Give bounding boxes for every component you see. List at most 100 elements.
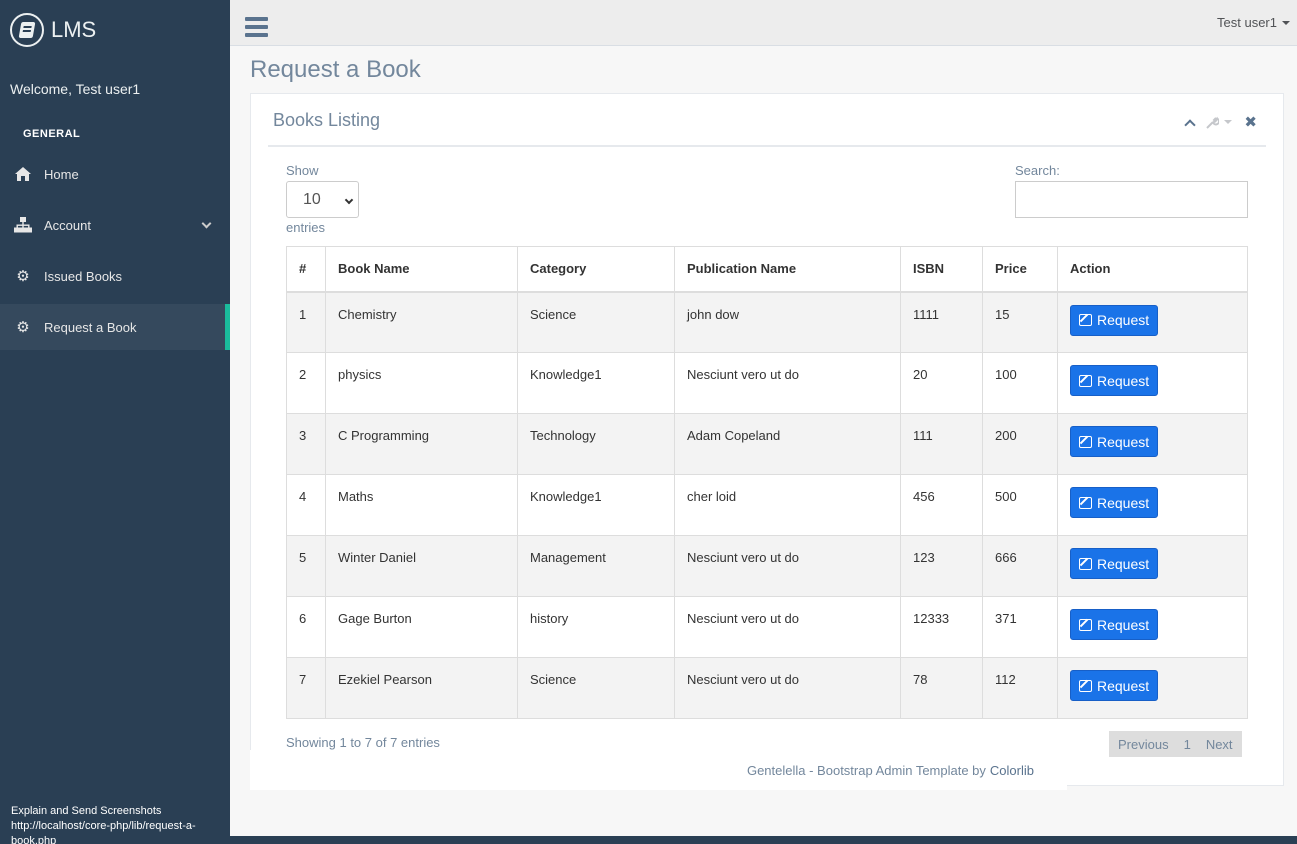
table-cell: C Programming <box>325 413 518 475</box>
table-cell: 12333 <box>900 596 983 658</box>
footer-text: Gentelella - Bootstrap Admin Template by <box>746 762 986 778</box>
table-cell: Science <box>517 291 675 353</box>
table-cell: 7 <box>286 657 326 719</box>
table-cell: 200 <box>982 413 1058 475</box>
sitemap-icon <box>14 217 32 233</box>
next-page-button[interactable]: Next <box>1197 731 1242 757</box>
table-cell: cher loid <box>674 474 901 536</box>
column-header[interactable]: ISBN <box>900 246 983 293</box>
request-button[interactable]: Request <box>1070 426 1159 457</box>
welcome-text: Welcome, Test user1 <box>10 81 141 97</box>
sidebar-item-account[interactable]: Account <box>0 202 230 248</box>
page-1-button[interactable]: 1 <box>1178 731 1197 757</box>
column-header[interactable]: Book Name <box>325 246 518 293</box>
home-icon <box>14 166 32 182</box>
table-cell: 1111 <box>900 291 983 353</box>
table-cell: 500 <box>982 474 1058 536</box>
table-cell: 100 <box>982 352 1058 414</box>
table-cell: 123 <box>900 535 983 597</box>
caret-down-icon <box>1282 20 1290 25</box>
table-cell: 371 <box>982 596 1058 658</box>
wrench-icon[interactable] <box>1206 116 1233 129</box>
table-cell: history <box>517 596 675 658</box>
sidebar-item-home[interactable]: Home <box>0 151 230 197</box>
table-row: 7 Ezekiel Pearson Science Nesciunt vero ut … <box>286 657 1248 719</box>
column-header[interactable]: Price <box>982 246 1058 293</box>
books-panel: Books Listing ✖ Show 10 entries Search: … <box>250 93 1284 786</box>
table-cell: Knowledge1 <box>517 352 675 414</box>
table-cell: Nesciunt vero ut do <box>674 596 901 658</box>
brand[interactable]: LMS <box>10 12 96 48</box>
collapse-icon[interactable] <box>1184 118 1197 131</box>
table-row: 6 Gage Burton history Nesciunt vero ut do 12… <box>286 596 1248 658</box>
search-input[interactable] <box>1015 181 1248 218</box>
search-label: Search: <box>1015 163 1060 178</box>
books-table: # Book Name Category Publication Name IS… <box>286 246 1248 719</box>
main-content: Request a Book Books Listing ✖ Show 10 e… <box>230 46 1297 836</box>
action-cell: Request <box>1057 535 1248 597</box>
table-cell: 2 <box>286 352 326 414</box>
column-header[interactable]: Category <box>517 246 675 293</box>
action-cell: Request <box>1057 657 1248 719</box>
previous-page-button[interactable]: Previous <box>1109 731 1178 757</box>
table-cell: Chemistry <box>325 291 518 353</box>
table-cell: 78 <box>900 657 983 719</box>
edit-icon <box>1079 679 1092 692</box>
table-cell: 15 <box>982 291 1058 353</box>
page-length-select[interactable]: 10 <box>286 181 359 218</box>
panel-title: Books Listing <box>273 110 381 130</box>
edit-icon <box>1079 618 1092 631</box>
request-button[interactable]: Request <box>1070 548 1159 579</box>
action-cell: Request <box>1057 413 1248 475</box>
sidebar-item-label: Account <box>44 217 91 233</box>
table-row: 5 Winter Daniel Management Nesciunt vero ut… <box>286 535 1248 597</box>
page-title: Request a Book <box>250 56 421 83</box>
column-header[interactable]: Publication Name <box>674 246 901 293</box>
panel-toolbox: ✖ <box>1184 113 1257 131</box>
table-cell: physics <box>325 352 518 414</box>
sidebar-item-label: Issued Books <box>44 268 123 284</box>
footer-link[interactable]: Colorlib <box>990 763 1034 778</box>
status-url: http://localhost/core-php/lib/request-a-… <box>11 820 196 844</box>
table-cell: Knowledge1 <box>517 474 675 536</box>
table-cell: 5 <box>286 535 326 597</box>
request-button[interactable]: Request <box>1070 304 1159 336</box>
menu-section-title: GENERAL <box>23 128 81 140</box>
request-button[interactable]: Request <box>1070 365 1159 396</box>
menu-toggle-icon[interactable] <box>245 17 268 37</box>
edit-icon <box>1079 435 1092 448</box>
request-button[interactable]: Request <box>1070 487 1159 518</box>
entries-label: entries <box>286 220 326 235</box>
sidebar-item-request-a-book[interactable]: ⚙ Request a Book <box>0 304 230 350</box>
edit-icon <box>1079 314 1092 326</box>
table-cell: Science <box>517 657 675 719</box>
action-cell: Request <box>1057 596 1248 658</box>
column-header[interactable]: # <box>286 246 326 293</box>
action-cell: Request <box>1057 352 1248 414</box>
table-info: Showing 1 to 7 of 7 entries <box>286 735 440 750</box>
request-button[interactable]: Request <box>1070 670 1159 701</box>
request-button[interactable]: Request <box>1070 609 1159 640</box>
table-row: 1 Chemistry Science john dow 1111 15 Request <box>286 291 1248 353</box>
close-icon[interactable]: ✖ <box>1244 113 1257 131</box>
table-cell: Adam Copeland <box>674 413 901 475</box>
table-cell: 666 <box>982 535 1058 597</box>
brand-name: LMS <box>51 17 97 42</box>
table-cell: Winter Daniel <box>325 535 518 597</box>
table-cell: 112 <box>982 657 1058 719</box>
column-header[interactable]: Action <box>1057 246 1248 293</box>
request-button-label: Request <box>1097 494 1150 511</box>
table-cell: 4 <box>286 474 326 536</box>
sidebar-item-issued-books[interactable]: ⚙ Issued Books <box>0 253 230 299</box>
page-length-value: 10 <box>303 190 321 208</box>
sidebar-item-label: Home <box>44 166 79 182</box>
table-cell: john dow <box>674 291 901 353</box>
table-cell: Management <box>517 535 675 597</box>
request-button-label: Request <box>1097 433 1150 450</box>
table-row: 3C Programming Technology Adam Copeland 111… <box>286 413 1248 475</box>
footer: Gentelella - Bootstrap Admin Template by… <box>250 750 1067 790</box>
request-button-label: Request <box>1097 372 1150 389</box>
table-cell: Nesciunt vero ut do <box>674 535 901 597</box>
user-dropdown[interactable]: Test user1 <box>1217 15 1290 30</box>
edit-icon <box>1079 557 1092 570</box>
